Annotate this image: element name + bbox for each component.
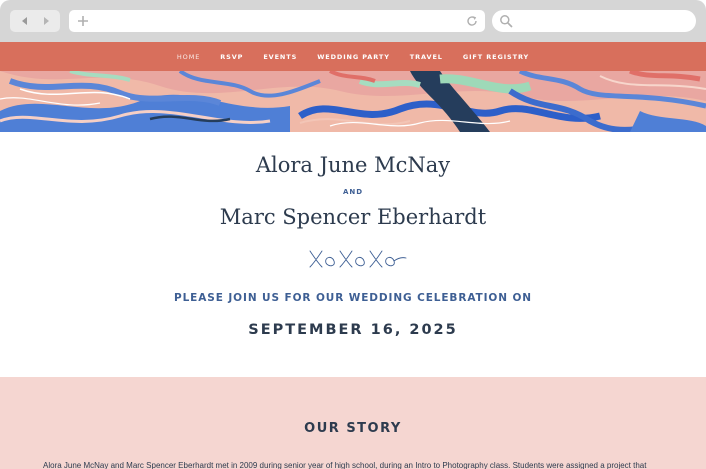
bride-name: Alora June McNay <box>255 153 451 177</box>
back-arrow-icon[interactable] <box>19 15 31 27</box>
story-paragraph: Alora June McNay and Marc Spencer Eberha… <box>43 461 647 469</box>
wedding-date: SEPTEMBER 16, 2025 <box>248 322 458 338</box>
section-title: OUR STORY <box>304 421 402 436</box>
marbled-banner <box>0 71 706 132</box>
invitation-text: PLEASE JOIN US FOR OUR WEDDING CELEBRATI… <box>174 292 532 304</box>
nav-wedding-party[interactable]: WEDDING PARTY <box>317 53 390 61</box>
browser-chrome <box>0 0 706 42</box>
groom-name: Marc Spencer Eberhardt <box>219 205 487 229</box>
nav-home[interactable]: HOME <box>177 53 200 61</box>
xoxo-signature-image: xoxoxo <box>309 250 407 268</box>
our-story-section: OUR STORY Alora June McNay and Marc Spen… <box>0 377 706 469</box>
nav-gift-registry[interactable]: GIFT REGISTRY <box>463 53 529 61</box>
site-nav: HOME RSVP EVENTS WEDDING PARTY TRAVEL GI… <box>0 42 706 71</box>
reload-icon[interactable] <box>466 15 478 27</box>
and-label: AND <box>342 188 364 196</box>
browser-search-bar[interactable] <box>492 10 696 32</box>
forward-arrow-icon[interactable] <box>40 15 52 27</box>
hero-section: Alora June McNay AND Marc Spencer Eberha… <box>0 132 706 377</box>
nav-events[interactable]: EVENTS <box>263 53 297 61</box>
marble-pattern-image <box>0 71 706 132</box>
search-icon <box>500 15 513 28</box>
address-bar[interactable] <box>69 10 485 32</box>
browser-nav-buttons <box>10 10 60 32</box>
nav-travel[interactable]: TRAVEL <box>410 53 443 61</box>
nav-rsvp[interactable]: RSVP <box>220 53 243 61</box>
plus-icon[interactable] <box>77 15 89 27</box>
